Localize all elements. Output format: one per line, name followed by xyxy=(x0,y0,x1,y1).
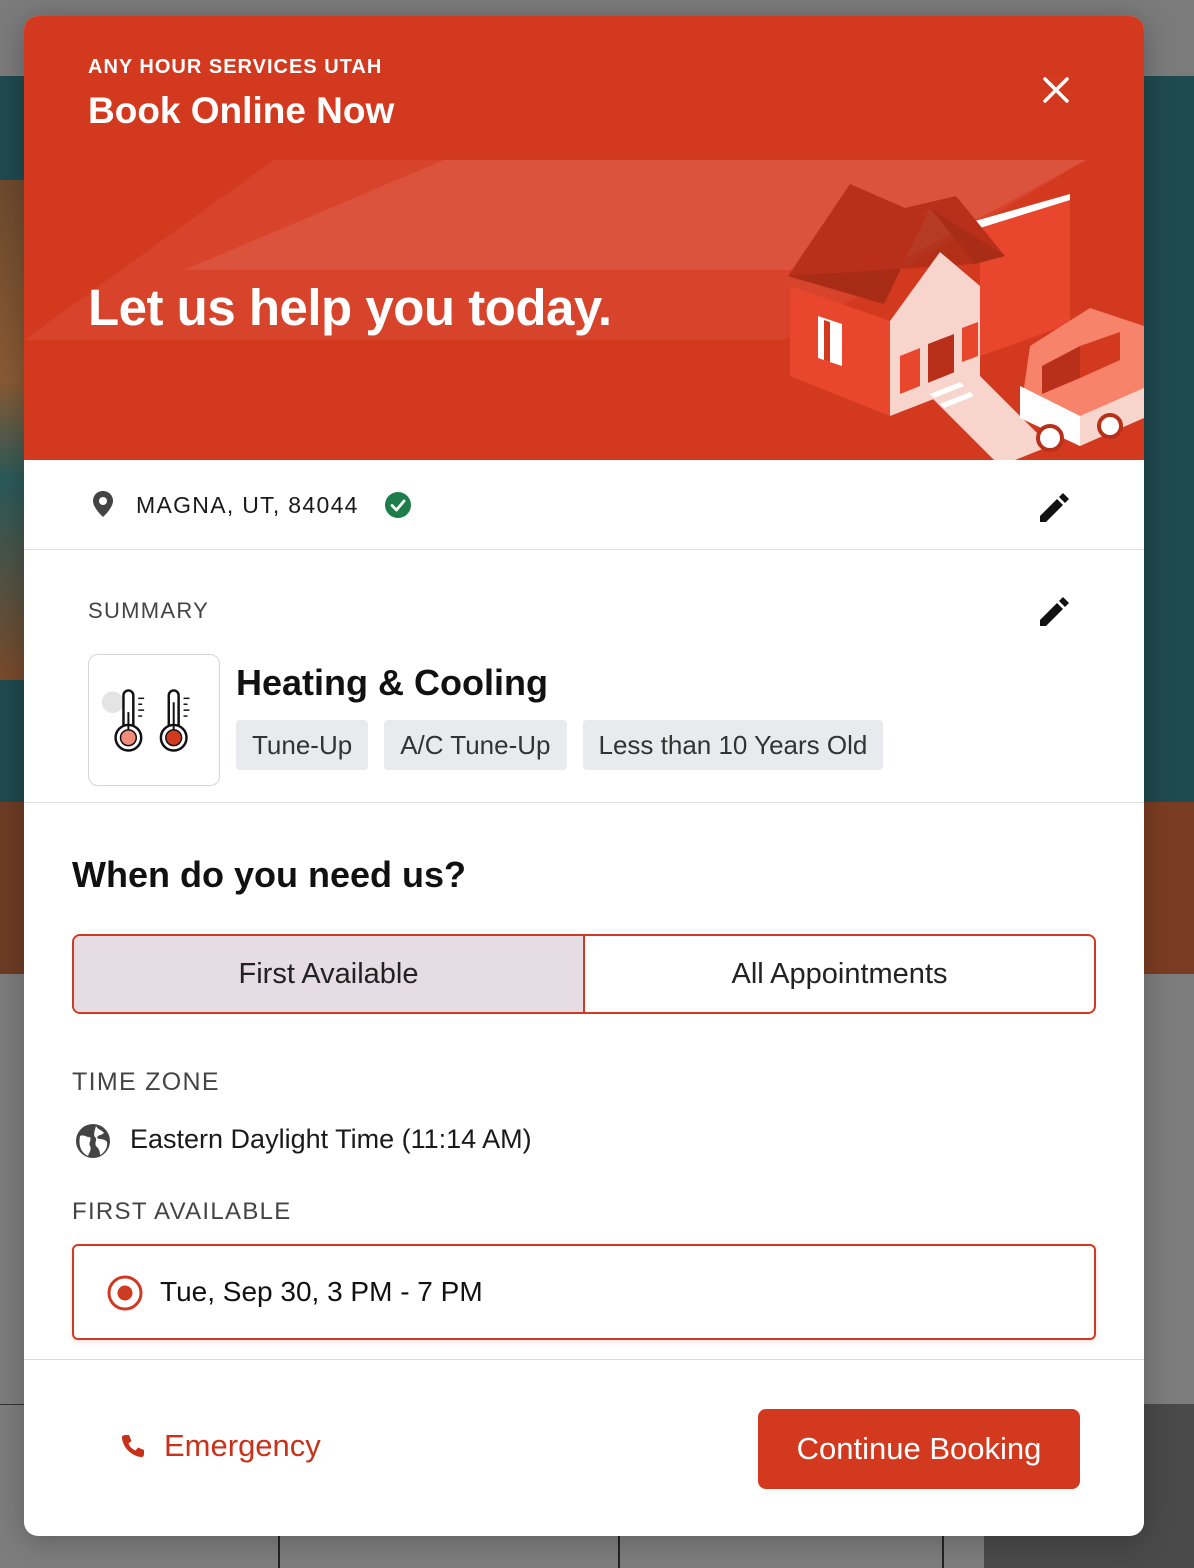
service-chip: Tune-Up xyxy=(236,720,369,770)
location-text: MAGNA, UT, 84044 xyxy=(136,492,359,518)
thermometer-icon xyxy=(101,689,190,752)
service-chip: A/C Tune-Up xyxy=(384,720,567,770)
tab-all-appointments[interactable]: All Appointments xyxy=(585,936,1094,1012)
service-icon-box xyxy=(88,654,220,786)
emergency-label: Emergency xyxy=(164,1428,321,1463)
check-circle-icon xyxy=(385,492,411,518)
tab-first-available[interactable]: First Available xyxy=(74,936,585,1012)
radio-selected-icon[interactable] xyxy=(106,1274,144,1312)
first-available-label: FIRST AVAILABLE xyxy=(72,1198,292,1225)
location-pin-icon xyxy=(93,491,113,517)
globe-icon xyxy=(76,1124,110,1158)
emergency-link[interactable]: Emergency xyxy=(118,1428,321,1464)
availability-toggle: First Available All Appointments xyxy=(72,934,1096,1014)
continue-booking-button[interactable]: Continue Booking xyxy=(758,1409,1080,1489)
timezone-label: TIME ZONE xyxy=(72,1068,220,1096)
timezone-value: Eastern Daylight Time (11:14 AM) xyxy=(130,1124,532,1154)
schedule-heading: When do you need us? xyxy=(72,854,466,895)
service-chip: Less than 10 Years Old xyxy=(582,720,884,770)
modal-header: ANY HOUR SERVICES UTAH Book Online Now L… xyxy=(24,16,1144,460)
close-icon[interactable] xyxy=(1034,68,1078,112)
summary-section: SUMMARY Heating & Cooling Tune-Up A/C Tu… xyxy=(24,550,1144,803)
summary-label: SUMMARY xyxy=(88,598,210,623)
booking-modal: ANY HOUR SERVICES UTAH Book Online Now L… xyxy=(24,16,1144,1536)
edit-location-pencil-icon[interactable] xyxy=(1034,488,1074,528)
edit-summary-pencil-icon[interactable] xyxy=(1034,592,1074,632)
appointment-slot[interactable]: Tue, Sep 30, 3 PM - 7 PM xyxy=(72,1244,1096,1340)
location-row: MAGNA, UT, 84044 xyxy=(24,460,1144,550)
house-van-illustration xyxy=(788,184,1144,460)
modal-title: Book Online Now xyxy=(88,90,395,131)
appointment-slot-text: Tue, Sep 30, 3 PM - 7 PM xyxy=(160,1276,483,1307)
brand-name: ANY HOUR SERVICES UTAH xyxy=(88,56,383,78)
service-name: Heating & Cooling xyxy=(236,662,548,703)
header-tagline: Let us help you today. xyxy=(88,279,612,336)
service-options: Tune-Up A/C Tune-Up Less than 10 Years O… xyxy=(236,720,884,770)
phone-icon xyxy=(121,1435,144,1458)
modal-footer: Emergency Continue Booking xyxy=(24,1359,1144,1536)
